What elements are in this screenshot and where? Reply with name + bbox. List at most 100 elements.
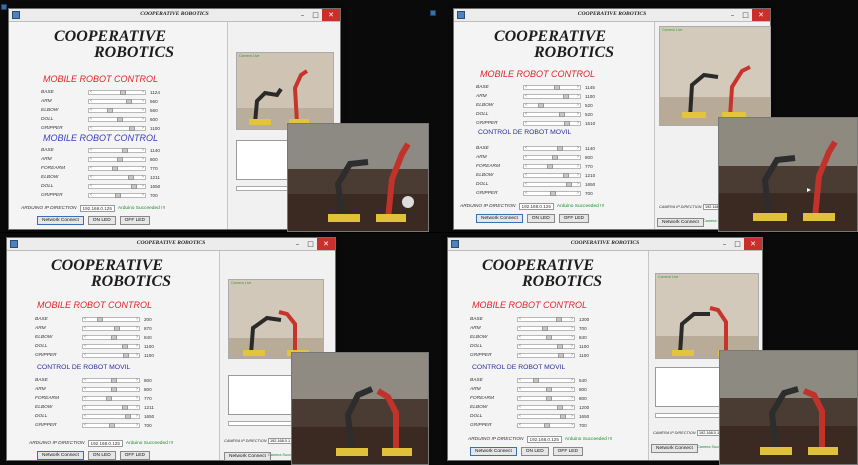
servo-slider[interactable]: ‹ › [517, 386, 575, 392]
slider-thumb[interactable] [564, 120, 571, 126]
slider-right-arrow-icon[interactable]: › [577, 93, 579, 99]
slider-right-arrow-icon[interactable]: › [577, 190, 579, 196]
servo-slider[interactable]: ‹ › [88, 107, 146, 113]
camera-network-connect-button[interactable]: Network Connect [657, 218, 704, 227]
servo-slider[interactable]: ‹ › [88, 183, 146, 189]
slider-left-arrow-icon[interactable]: ‹ [519, 325, 521, 331]
servo-slider[interactable]: ‹ › [523, 181, 581, 187]
slider-left-arrow-icon[interactable]: ‹ [84, 352, 86, 358]
servo-slider[interactable]: ‹ › [517, 422, 575, 428]
slider-thumb[interactable] [115, 192, 121, 198]
slider-right-arrow-icon[interactable]: › [136, 343, 138, 349]
slider-right-arrow-icon[interactable]: › [142, 165, 144, 171]
slider-left-arrow-icon[interactable]: ‹ [525, 93, 527, 99]
camera-network-connect-button[interactable]: Network Connect [651, 444, 698, 453]
servo-slider[interactable]: ‹ › [523, 93, 581, 99]
slider-thumb[interactable] [122, 147, 129, 153]
slider-right-arrow-icon[interactable]: › [136, 395, 138, 401]
servo-slider[interactable]: ‹ › [88, 156, 146, 162]
network-connect-button[interactable]: Network Connect [37, 451, 84, 460]
servo-slider[interactable]: ‹ › [88, 116, 146, 122]
servo-slider[interactable]: ‹ › [517, 316, 575, 322]
slider-thumb[interactable] [125, 413, 131, 419]
servo-slider[interactable]: ‹ › [82, 334, 140, 340]
servo-slider[interactable]: ‹ › [523, 163, 581, 169]
slider-left-arrow-icon[interactable]: ‹ [84, 316, 86, 322]
slider-left-arrow-icon[interactable]: ‹ [90, 174, 92, 180]
slider-left-arrow-icon[interactable]: ‹ [84, 422, 86, 428]
slider-left-arrow-icon[interactable]: ‹ [519, 422, 521, 428]
slider-left-arrow-icon[interactable]: ‹ [525, 84, 527, 90]
close-button[interactable]: ✕ [322, 9, 340, 21]
slider-left-arrow-icon[interactable]: ‹ [525, 172, 527, 178]
slider-right-arrow-icon[interactable]: › [142, 98, 144, 104]
slider-right-arrow-icon[interactable]: › [142, 156, 144, 162]
servo-slider[interactable]: ‹ › [517, 343, 575, 349]
servo-slider[interactable]: ‹ › [82, 377, 140, 383]
slider-left-arrow-icon[interactable]: ‹ [525, 181, 527, 187]
servo-slider[interactable]: ‹ › [523, 84, 581, 90]
slider-right-arrow-icon[interactable]: › [577, 120, 579, 126]
slider-right-arrow-icon[interactable]: › [142, 192, 144, 198]
slider-left-arrow-icon[interactable]: ‹ [519, 352, 521, 358]
desktop-app-icon[interactable] [430, 10, 436, 16]
slider-thumb[interactable] [117, 116, 123, 122]
slider-right-arrow-icon[interactable]: › [577, 181, 579, 187]
servo-slider[interactable]: ‹ › [523, 154, 581, 160]
slider-right-arrow-icon[interactable]: › [142, 107, 144, 113]
on-led-button[interactable]: ON LED [526, 214, 555, 223]
slider-thumb[interactable] [562, 172, 569, 178]
desktop-app-icon[interactable] [1, 4, 7, 10]
camera-ip-input[interactable]: 192.168.0.1 [268, 438, 293, 444]
slider-thumb[interactable] [131, 183, 137, 189]
slider-right-arrow-icon[interactable]: › [571, 386, 573, 392]
servo-slider[interactable]: ‹ › [523, 102, 581, 108]
slider-left-arrow-icon[interactable]: ‹ [84, 386, 86, 392]
slider-thumb[interactable] [109, 422, 115, 428]
slider-right-arrow-icon[interactable]: › [571, 395, 573, 401]
slider-thumb[interactable] [556, 404, 563, 410]
slider-right-arrow-icon[interactable]: › [136, 325, 138, 331]
servo-slider[interactable]: ‹ › [88, 125, 146, 131]
servo-slider[interactable]: ‹ › [523, 190, 581, 196]
slider-thumb[interactable] [558, 352, 565, 358]
slider-thumb[interactable] [121, 404, 128, 410]
servo-slider[interactable]: ‹ › [88, 165, 146, 171]
close-button[interactable]: ✕ [744, 238, 762, 250]
slider-thumb[interactable] [111, 386, 117, 392]
maximize-button[interactable]: □ [731, 238, 744, 250]
slider-thumb[interactable] [556, 316, 562, 322]
slider-thumb[interactable] [111, 334, 118, 340]
slider-right-arrow-icon[interactable]: › [136, 352, 138, 358]
minimize-button[interactable]: – [291, 238, 304, 250]
network-connect-button[interactable]: Network Connect [470, 447, 517, 456]
slider-left-arrow-icon[interactable]: ‹ [90, 156, 92, 162]
slider-right-arrow-icon[interactable]: › [136, 404, 138, 410]
slider-right-arrow-icon[interactable]: › [577, 172, 579, 178]
slider-left-arrow-icon[interactable]: ‹ [525, 163, 527, 169]
arduino-ip-input[interactable]: 192.168.0.125 [526, 436, 562, 443]
slider-thumb[interactable] [129, 125, 136, 131]
slider-right-arrow-icon[interactable]: › [571, 316, 573, 322]
slider-right-arrow-icon[interactable]: › [142, 183, 144, 189]
slider-right-arrow-icon[interactable]: › [136, 422, 138, 428]
slider-left-arrow-icon[interactable]: ‹ [525, 190, 527, 196]
slider-right-arrow-icon[interactable]: › [577, 84, 579, 90]
slider-thumb[interactable] [123, 352, 130, 358]
camera-ip-input[interactable]: 192.168.0.1 [697, 430, 722, 436]
slider-thumb[interactable] [111, 377, 117, 383]
arduino-ip-input[interactable]: 192.168.0.125 [518, 203, 554, 210]
slider-thumb[interactable] [544, 422, 550, 428]
slider-left-arrow-icon[interactable]: ‹ [90, 89, 92, 95]
servo-slider[interactable]: ‹ › [82, 413, 140, 419]
slider-thumb[interactable] [111, 165, 118, 171]
servo-slider[interactable]: ‹ › [517, 395, 575, 401]
servo-slider[interactable]: ‹ › [523, 120, 581, 126]
slider-left-arrow-icon[interactable]: ‹ [84, 404, 86, 410]
servo-slider[interactable]: ‹ › [523, 172, 581, 178]
slider-right-arrow-icon[interactable]: › [136, 316, 138, 322]
slider-thumb[interactable] [532, 377, 539, 383]
slider-thumb[interactable] [542, 325, 548, 331]
slider-left-arrow-icon[interactable]: ‹ [519, 377, 521, 383]
slider-right-arrow-icon[interactable]: › [142, 89, 144, 95]
